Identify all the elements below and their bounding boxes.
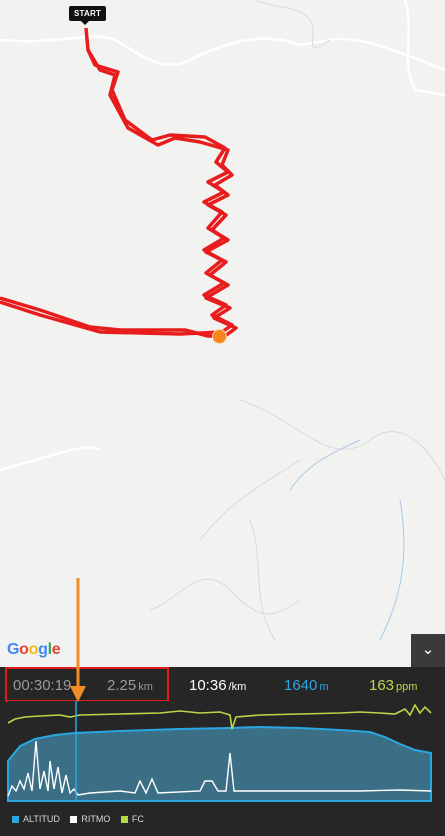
legend-pace: RITMO	[70, 814, 110, 824]
chart-legend: ALTITUD RITMO FC	[12, 814, 152, 824]
heart-rate-stat: 163 ppm	[369, 677, 417, 694]
chevron-down-icon: ⌄	[421, 641, 435, 658]
pace-stat: 10:36/km	[189, 677, 246, 694]
altitude-unit: m	[319, 681, 329, 693]
pace-value: 10:36	[189, 677, 227, 694]
route-track	[0, 27, 238, 338]
map-trails	[149, 0, 445, 641]
heart-rate-unit: ppm	[396, 681, 418, 693]
stats-row: 00:30:19 2.25 km 10:36/km 1640 m 163 ppm	[0, 667, 445, 703]
altitude-value: 1640	[284, 677, 318, 694]
pace-unit: /km	[228, 681, 247, 693]
activity-panel: 00:30:19 2.25 km 10:36/km 1640 m 163 ppm AL…	[0, 667, 445, 836]
google-logo: Google	[7, 641, 61, 658]
start-marker: START	[69, 6, 107, 25]
altitude-area	[7, 725, 432, 802]
altitude-stat: 1640 m	[284, 677, 329, 694]
collapse-panel-button[interactable]: ⌄	[411, 634, 445, 668]
highlight-box	[5, 667, 169, 702]
map-waterways	[289, 439, 405, 641]
activity-chart[interactable]	[0, 701, 445, 809]
legend-heart-rate: FC	[120, 814, 144, 824]
current-position-marker	[212, 329, 227, 344]
legend-altitude: ALTITUD	[12, 814, 60, 824]
heart-rate-value: 163	[369, 677, 395, 694]
map-view[interactable]: START Google ⌄	[0, 0, 445, 672]
